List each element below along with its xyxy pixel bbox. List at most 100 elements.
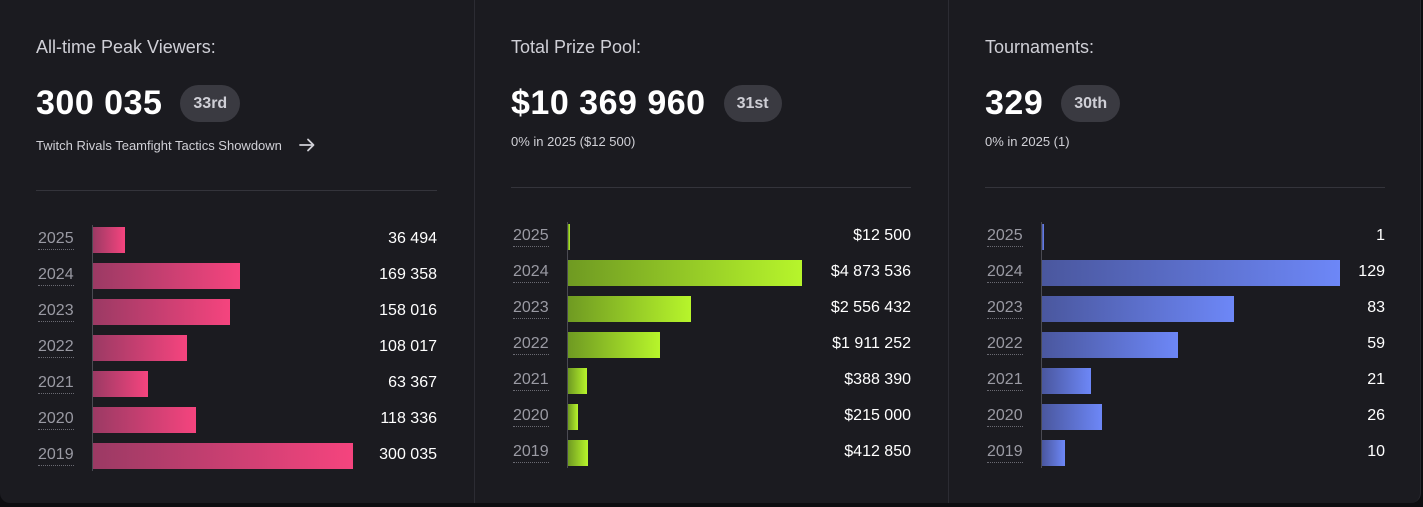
bar-value: 118 336 (380, 410, 437, 427)
chart-row: 2023 $2 556 432 (511, 296, 911, 322)
chart-bar (568, 296, 691, 322)
year-label[interactable]: 2019 (38, 445, 74, 466)
bar-value: 108 017 (379, 338, 437, 355)
bar-value: 59 (1367, 335, 1385, 352)
bar-value: 10 (1367, 443, 1385, 460)
chart-bar (568, 404, 578, 430)
chart-row: 2021 21 (985, 368, 1385, 394)
chart-bar (93, 227, 125, 253)
chart-row: 2025 $12 500 (511, 224, 911, 250)
bar-value: 83 (1367, 299, 1385, 316)
chart-row: 2020 $215 000 (511, 404, 911, 430)
panel-label: Tournaments: (985, 37, 1095, 57)
bar-value: $12 500 (853, 227, 911, 244)
prize-pool-year-share: 0% in 2025 ($12 500) (511, 134, 636, 149)
chart-row: 2025 1 (985, 224, 1385, 250)
chart-row: 2024 169 358 (36, 263, 437, 289)
year-label[interactable]: 2021 (38, 373, 74, 394)
chart-row: 2022 108 017 (36, 335, 437, 361)
peak-viewers-panel: All-time Peak Viewers: 300 035 33rd Twit… (0, 0, 473, 503)
prize-pool-panel: Total Prize Pool: $10 369 960 31st 0% in… (474, 0, 947, 503)
divider (985, 187, 1385, 188)
year-label[interactable]: 2019 (987, 442, 1023, 463)
chart-bar (1042, 440, 1065, 466)
year-label[interactable]: 2021 (513, 370, 549, 391)
bar-value: $4 873 536 (830, 263, 911, 280)
prize-pool-value: $10 369 960 (511, 84, 706, 122)
chart-row: 2019 10 (985, 440, 1385, 466)
chart-row: 2021 63 367 (36, 371, 437, 397)
year-label[interactable]: 2022 (987, 334, 1023, 355)
bar-value: $388 390 (844, 371, 911, 388)
tournaments-sub: 0% in 2025 (1) (985, 134, 1070, 149)
chart-row: 2025 36 494 (36, 227, 437, 253)
chart-row: 2021 $388 390 (511, 368, 911, 394)
panel-label: Total Prize Pool: (511, 37, 642, 57)
year-label[interactable]: 2023 (987, 298, 1023, 319)
chart-bar (93, 299, 230, 325)
bar-value: 26 (1367, 407, 1385, 424)
chart-row: 2024 $4 873 536 (511, 260, 911, 286)
rank-badge: 31st (723, 85, 782, 122)
year-label[interactable]: 2021 (987, 370, 1023, 391)
chart-bar (568, 368, 587, 394)
peak-viewers-value: 300 035 (36, 84, 163, 122)
year-label[interactable]: 2025 (987, 226, 1023, 247)
year-label[interactable]: 2022 (513, 334, 549, 355)
tournaments-year-share: 0% in 2025 (1) (985, 134, 1070, 149)
divider (36, 190, 437, 191)
chart-bar (1042, 296, 1234, 322)
year-label[interactable]: 2020 (513, 406, 549, 427)
chart-row: 2022 59 (985, 332, 1385, 358)
bar-value: 129 (1358, 263, 1385, 280)
chart-bar (93, 443, 353, 469)
year-label[interactable]: 2024 (513, 262, 549, 283)
chart-row: 2020 26 (985, 404, 1385, 430)
stats-card: All-time Peak Viewers: 300 035 33rd Twit… (0, 0, 1421, 503)
year-label[interactable]: 2020 (987, 406, 1023, 427)
chart-bar (1042, 332, 1178, 358)
bar-value: $2 556 432 (830, 299, 911, 316)
year-label[interactable]: 2023 (38, 301, 74, 322)
year-label[interactable]: 2024 (38, 265, 74, 286)
year-label[interactable]: 2022 (38, 337, 74, 358)
year-label[interactable]: 2025 (513, 226, 549, 247)
chart-row: 2023 158 016 (36, 299, 437, 325)
chart-row: 2019 $412 850 (511, 440, 911, 466)
bar-value: 300 035 (379, 446, 437, 463)
prize-pool-sub: 0% in 2025 ($12 500) (511, 134, 635, 149)
chart-bar (568, 332, 660, 358)
chart-bar (93, 407, 196, 433)
chart-bar (93, 335, 187, 361)
chart-bar (93, 371, 148, 397)
rank-badge: 30th (1061, 85, 1121, 122)
year-label[interactable]: 2023 (513, 298, 549, 319)
year-label[interactable]: 2025 (38, 229, 74, 250)
chart-bar (93, 263, 240, 289)
chart-row: 2022 $1 911 252 (511, 332, 911, 358)
bar-value: 1 (1376, 227, 1385, 244)
divider (511, 187, 911, 188)
chart-bar (568, 440, 588, 466)
tournaments-panel: Tournaments: 329 30th 0% in 2025 (1) 202… (948, 0, 1420, 503)
panel-label: All-time Peak Viewers: (36, 37, 216, 57)
chart-row: 2019 300 035 (36, 443, 437, 469)
chart-row: 2023 83 (985, 296, 1385, 322)
chart-row: 2020 118 336 (36, 407, 437, 433)
tournaments-value: 329 (985, 84, 1044, 122)
bar-value: 63 367 (388, 374, 437, 391)
bar-value: 21 (1367, 371, 1385, 388)
rank-badge: 33rd (180, 85, 241, 122)
peak-event-link[interactable]: Twitch Rivals Teamfight Tactics Showdown (36, 136, 316, 154)
bar-value: $1 911 252 (832, 335, 911, 352)
year-label[interactable]: 2020 (38, 409, 74, 430)
chart-bar (1042, 260, 1340, 286)
bar-value: $412 850 (844, 443, 911, 460)
peak-event-name: Twitch Rivals Teamfight Tactics Showdown (36, 137, 282, 153)
year-label[interactable]: 2024 (987, 262, 1023, 283)
chart-bar (568, 260, 802, 286)
arrow-right-icon[interactable] (298, 136, 316, 154)
bar-value: 158 016 (379, 302, 437, 319)
chart-bar (1042, 368, 1091, 394)
year-label[interactable]: 2019 (513, 442, 549, 463)
